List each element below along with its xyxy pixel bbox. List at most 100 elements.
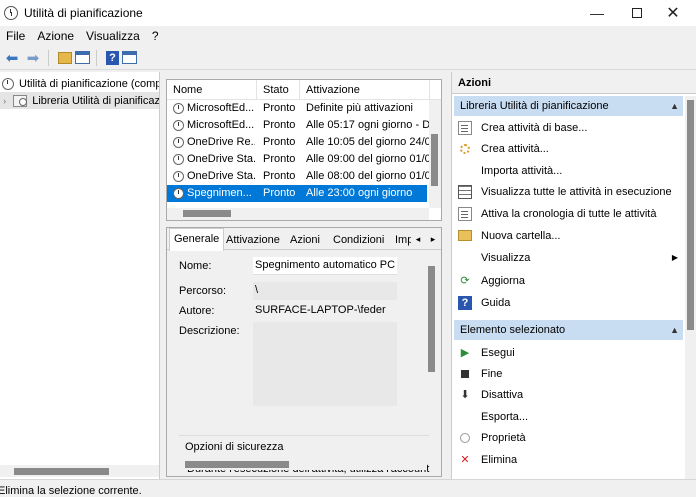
description-label: Descrizione:: [179, 325, 240, 337]
task-row[interactable]: OneDrive Re... Pronto Alle 10:05 del gio…: [167, 134, 441, 151]
task-list-horizontal-scrollbar[interactable]: [167, 208, 429, 220]
tab-azioni[interactable]: Azioni: [286, 230, 324, 250]
scrollbar-thumb[interactable]: [14, 468, 109, 475]
blank-icon: [458, 410, 472, 424]
task-row[interactable]: MicrosoftEd... Pronto Alle 05:17 ogni gi…: [167, 117, 441, 134]
task-name: OneDrive Sta...: [187, 170, 255, 182]
task-row[interactable]: OneDrive Sta... Pronto Alle 08:00 del gi…: [167, 168, 441, 185]
column-header-name[interactable]: Nome: [167, 80, 257, 100]
action-import-task[interactable]: Importa attività...: [452, 160, 682, 181]
task-status: Pronto: [263, 119, 296, 131]
toolbar-separator: [48, 49, 49, 66]
description-field[interactable]: [253, 322, 397, 406]
clock-icon: [173, 188, 184, 199]
scrollbar-thumb[interactable]: [687, 100, 694, 330]
task-name: OneDrive Re...: [187, 136, 255, 148]
tree-item-library[interactable]: › Libreria Utilità di pianificaz: [0, 92, 159, 109]
clock-icon: [173, 120, 184, 131]
action-view[interactable]: Visualizza ▶: [452, 247, 682, 268]
task-row[interactable]: MicrosoftEd... Pronto Definite più attiv…: [167, 100, 441, 117]
details-tabs: Generale Attivazione Azioni Condizioni I…: [167, 228, 441, 251]
tab-condizioni[interactable]: Condizioni: [329, 230, 388, 250]
details-vertical-scrollbar[interactable]: [427, 266, 437, 376]
task-list-vertical-scrollbar[interactable]: [429, 100, 441, 208]
collapse-caret-icon[interactable]: ▲: [670, 96, 679, 116]
scrollbar-thumb[interactable]: [428, 266, 435, 372]
task-details: Generale Attivazione Azioni Condizioni I…: [166, 227, 442, 477]
action-disable[interactable]: ⬇ Disattiva: [452, 384, 682, 405]
task-trigger: Alle 05:17 ogni giorno - Do: [306, 119, 430, 131]
tree-horizontal-scrollbar[interactable]: [0, 465, 159, 477]
column-header-status[interactable]: Stato: [257, 80, 300, 100]
tab-scroll-right-icon[interactable]: ▸: [426, 232, 440, 246]
show-hide-console-tree-icon[interactable]: [75, 51, 90, 64]
window-title: Utilità di pianificazione: [24, 6, 143, 20]
doc-icon: [458, 120, 472, 135]
action-label: Crea attività...: [481, 142, 549, 155]
path-field: \: [253, 282, 397, 300]
menu-visualizza[interactable]: Visualizza: [80, 27, 146, 45]
scrollbar-thumb[interactable]: [183, 210, 231, 217]
menu-file[interactable]: File: [0, 27, 31, 45]
title-bar: Utilità di pianificazione — ✕: [0, 0, 696, 26]
section-library[interactable]: Libreria Utilità di pianificazione ▲: [454, 96, 683, 116]
clock-icon: [2, 77, 14, 90]
action-export[interactable]: Esporta...: [452, 406, 682, 427]
action-label: Attiva la cronologia di tutte le attivit…: [481, 207, 657, 220]
actions-vertical-scrollbar[interactable]: [685, 96, 696, 479]
close-button[interactable]: ✕: [650, 0, 696, 26]
task-trigger: Alle 09:00 del giorno 01/05: [306, 153, 430, 165]
menu-help[interactable]: ?: [146, 27, 165, 45]
action-label: Nuova cartella...: [481, 229, 561, 242]
details-horizontal-scrollbar[interactable]: [171, 458, 427, 470]
status-bar: Elimina la selezione corrente.: [0, 479, 696, 497]
action-help[interactable]: ? Guida: [452, 292, 682, 313]
tree-root[interactable]: Utilità di pianificazione (comp: [2, 75, 159, 92]
back-arrow-icon[interactable]: ⬅: [3, 49, 21, 67]
tab-generale[interactable]: Generale: [169, 228, 225, 251]
task-name: Spegnimen...: [187, 187, 252, 199]
up-folder-icon[interactable]: [58, 51, 72, 64]
collapse-caret-icon[interactable]: ▲: [670, 320, 679, 340]
action-label: Visualizza tutte le attività in esecuzio…: [481, 185, 672, 198]
console-tree: Utilità di pianificazione (comp › Librer…: [0, 72, 160, 479]
forward-arrow-icon[interactable]: ➡: [24, 49, 42, 67]
task-row-selected[interactable]: Spegnimen... Pronto Alle 23:00 ogni gior…: [167, 185, 427, 202]
action-create-basic-task[interactable]: Crea attività di base...: [452, 117, 682, 138]
column-header-trigger[interactable]: Attivazione: [300, 80, 430, 100]
task-list: Nome Stato Attivazione MicrosoftEd... Pr…: [166, 79, 442, 221]
path-label: Percorso:: [179, 285, 227, 297]
action-enable-history[interactable]: Attiva la cronologia di tutte le attivit…: [452, 203, 682, 224]
action-properties[interactable]: Proprietà: [452, 427, 682, 448]
delete-icon: ✕: [460, 454, 470, 466]
section-selected-item[interactable]: Elemento selezionato ▲: [454, 320, 683, 340]
menu-azione[interactable]: Azione: [31, 27, 80, 45]
action-label: Esegui: [481, 346, 515, 359]
tab-attivazione[interactable]: Attivazione: [222, 230, 284, 250]
stop-icon: [461, 369, 469, 378]
action-show-running-tasks[interactable]: Visualizza tutte le attività in esecuzio…: [452, 181, 682, 202]
show-hide-action-pane-icon[interactable]: [122, 51, 137, 64]
tab-impostazioni[interactable]: Imp: [391, 230, 411, 250]
action-run[interactable]: ▶ Esegui: [452, 342, 682, 363]
action-label: Visualizza: [481, 251, 531, 264]
scrollbar-thumb[interactable]: [185, 461, 289, 468]
help-icon[interactable]: ?: [106, 50, 119, 65]
task-list-header: Nome Stato Attivazione: [167, 80, 441, 100]
task-scheduler-app-icon: [4, 6, 18, 20]
name-field[interactable]: Spegnimento automatico PC: [253, 257, 397, 275]
action-delete[interactable]: ✕ Elimina: [452, 449, 682, 470]
action-create-task[interactable]: Crea attività...: [452, 138, 682, 159]
expand-chevron-icon[interactable]: ›: [0, 96, 9, 106]
action-new-folder[interactable]: Nuova cartella...: [452, 225, 682, 246]
clock-icon: [173, 137, 184, 148]
action-refresh[interactable]: ⟳ Aggiorna: [452, 270, 682, 291]
refresh-icon: ⟳: [460, 275, 470, 287]
scrollbar-thumb[interactable]: [431, 134, 438, 186]
clock-icon: [173, 103, 184, 114]
task-row[interactable]: OneDrive Sta... Pronto Alle 09:00 del gi…: [167, 151, 441, 168]
clock-icon: [173, 171, 184, 182]
action-label: Importa attività...: [481, 164, 563, 177]
action-end[interactable]: Fine: [452, 363, 682, 384]
tab-scroll-left-icon[interactable]: ◂: [411, 232, 425, 246]
